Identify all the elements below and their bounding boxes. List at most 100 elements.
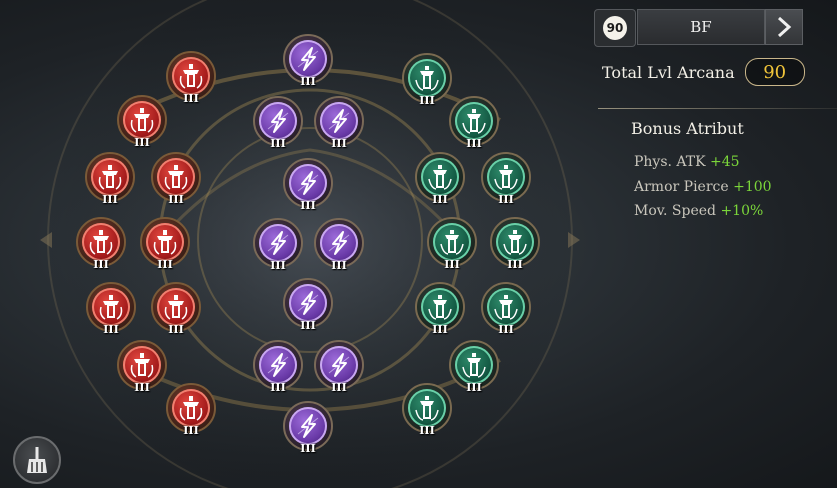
red-arcana-slot[interactable]: III: [151, 152, 201, 206]
rune-level-label: III: [93, 258, 109, 271]
rune-level-label: III: [300, 75, 316, 88]
rune-level-label: III: [331, 381, 347, 394]
red-arcana-slot[interactable]: III: [166, 383, 216, 437]
bonus-title: Bonus Atribut: [631, 119, 744, 138]
rune-face: [289, 40, 327, 78]
red-arcana-slot[interactable]: III: [117, 95, 167, 149]
rune-face: [123, 101, 161, 139]
arcana-level-value: 90: [603, 16, 627, 40]
bonus-value: +10%: [720, 203, 764, 219]
green-arcana-slot[interactable]: III: [481, 282, 531, 336]
red-arcana-slot[interactable]: III: [117, 340, 167, 394]
purple-arcana-slot[interactable]: III: [283, 34, 333, 88]
purple-arcana-slot[interactable]: III: [253, 96, 303, 150]
lightning-rune-icon: [267, 231, 289, 255]
tower-rune-icon: [503, 230, 527, 255]
rune-face: [172, 389, 210, 427]
tower-rune-icon: [415, 66, 439, 91]
rune-level-label: III: [507, 258, 523, 271]
rune-face: [172, 57, 210, 95]
purple-arcana-slot[interactable]: III: [314, 340, 364, 394]
red-arcana-slot[interactable]: III: [85, 152, 135, 206]
rune-face: [496, 223, 534, 261]
bonus-item: Armor Pierce +100: [634, 175, 772, 200]
bonus-item: Phys. ATK +45: [634, 150, 772, 175]
rune-level-label: III: [134, 136, 150, 149]
total-arcana-label: Total Lvl Arcana: [602, 62, 735, 82]
bonus-value: +100: [733, 178, 772, 195]
lightning-rune-icon: [267, 109, 289, 133]
green-arcana-slot[interactable]: III: [415, 152, 465, 206]
rune-face: [487, 158, 525, 196]
rune-level-label: III: [419, 94, 435, 107]
red-arcana-slot[interactable]: III: [140, 217, 190, 271]
rune-face: [455, 346, 493, 384]
bonus-name: Armor Pierce: [634, 178, 729, 195]
purple-arcana-slot[interactable]: III: [314, 96, 364, 150]
sword-shield-icon: [164, 295, 188, 320]
lightning-rune-icon: [267, 353, 289, 377]
rune-level-label: III: [466, 137, 482, 150]
clear-arcana-button[interactable]: [13, 436, 61, 484]
purple-arcana-slot[interactable]: III: [253, 218, 303, 272]
green-arcana-slot[interactable]: III: [427, 217, 477, 271]
rune-level-label: III: [103, 323, 119, 336]
next-preset-button[interactable]: [765, 9, 803, 45]
green-arcana-slot[interactable]: III: [449, 96, 499, 150]
tower-rune-icon: [462, 353, 486, 378]
rune-level-label: III: [466, 381, 482, 394]
red-arcana-slot[interactable]: III: [76, 217, 126, 271]
rune-face: [289, 407, 327, 445]
red-arcana-slot[interactable]: III: [166, 51, 216, 105]
rune-level-label: III: [300, 442, 316, 455]
tower-rune-icon: [415, 396, 439, 421]
sword-shield-icon: [153, 230, 177, 255]
rune-face: [259, 224, 297, 262]
rune-face: [408, 59, 446, 97]
rune-level-label: III: [300, 199, 316, 212]
rune-level-label: III: [168, 193, 184, 206]
divider: [598, 108, 837, 109]
lightning-rune-icon: [297, 414, 319, 438]
green-arcana-slot[interactable]: III: [402, 53, 452, 107]
rune-face: [91, 158, 129, 196]
rune-level-label: III: [444, 258, 460, 271]
rune-face: [421, 288, 459, 326]
lightning-rune-icon: [297, 171, 319, 195]
rune-level-label: III: [331, 137, 347, 150]
purple-arcana-slot[interactable]: III: [253, 340, 303, 394]
red-arcana-slot[interactable]: III: [86, 282, 136, 336]
rune-face: [487, 288, 525, 326]
rune-face: [157, 288, 195, 326]
rune-face: [92, 288, 130, 326]
tower-rune-icon: [440, 230, 464, 255]
rune-face: [408, 389, 446, 427]
purple-arcana-slot[interactable]: III: [314, 218, 364, 272]
green-arcana-slot[interactable]: III: [481, 152, 531, 206]
lightning-rune-icon: [297, 47, 319, 71]
red-arcana-slot[interactable]: III: [151, 282, 201, 336]
sword-shield-icon: [98, 165, 122, 190]
tower-rune-icon: [428, 295, 452, 320]
rune-level-label: III: [134, 381, 150, 394]
broom-icon: [27, 447, 47, 473]
purple-arcana-slot[interactable]: III: [283, 278, 333, 332]
preset-name-button[interactable]: BF: [637, 9, 765, 45]
rune-face: [259, 102, 297, 140]
green-arcana-slot[interactable]: III: [415, 282, 465, 336]
sword-shield-icon: [99, 295, 123, 320]
green-arcana-slot[interactable]: III: [449, 340, 499, 394]
rune-face: [289, 164, 327, 202]
green-arcana-slot[interactable]: III: [490, 217, 540, 271]
rune-level-label: III: [498, 323, 514, 336]
purple-arcana-slot[interactable]: III: [283, 401, 333, 455]
green-arcana-slot[interactable]: III: [402, 383, 452, 437]
lightning-rune-icon: [328, 353, 350, 377]
rune-face: [320, 102, 358, 140]
rune-level-label: III: [168, 323, 184, 336]
arcana-level-badge: 90: [594, 9, 636, 47]
purple-arcana-slot[interactable]: III: [283, 158, 333, 212]
rune-face: [433, 223, 471, 261]
sword-shield-icon: [179, 64, 203, 89]
bonus-name: Mov. Speed: [634, 203, 716, 219]
